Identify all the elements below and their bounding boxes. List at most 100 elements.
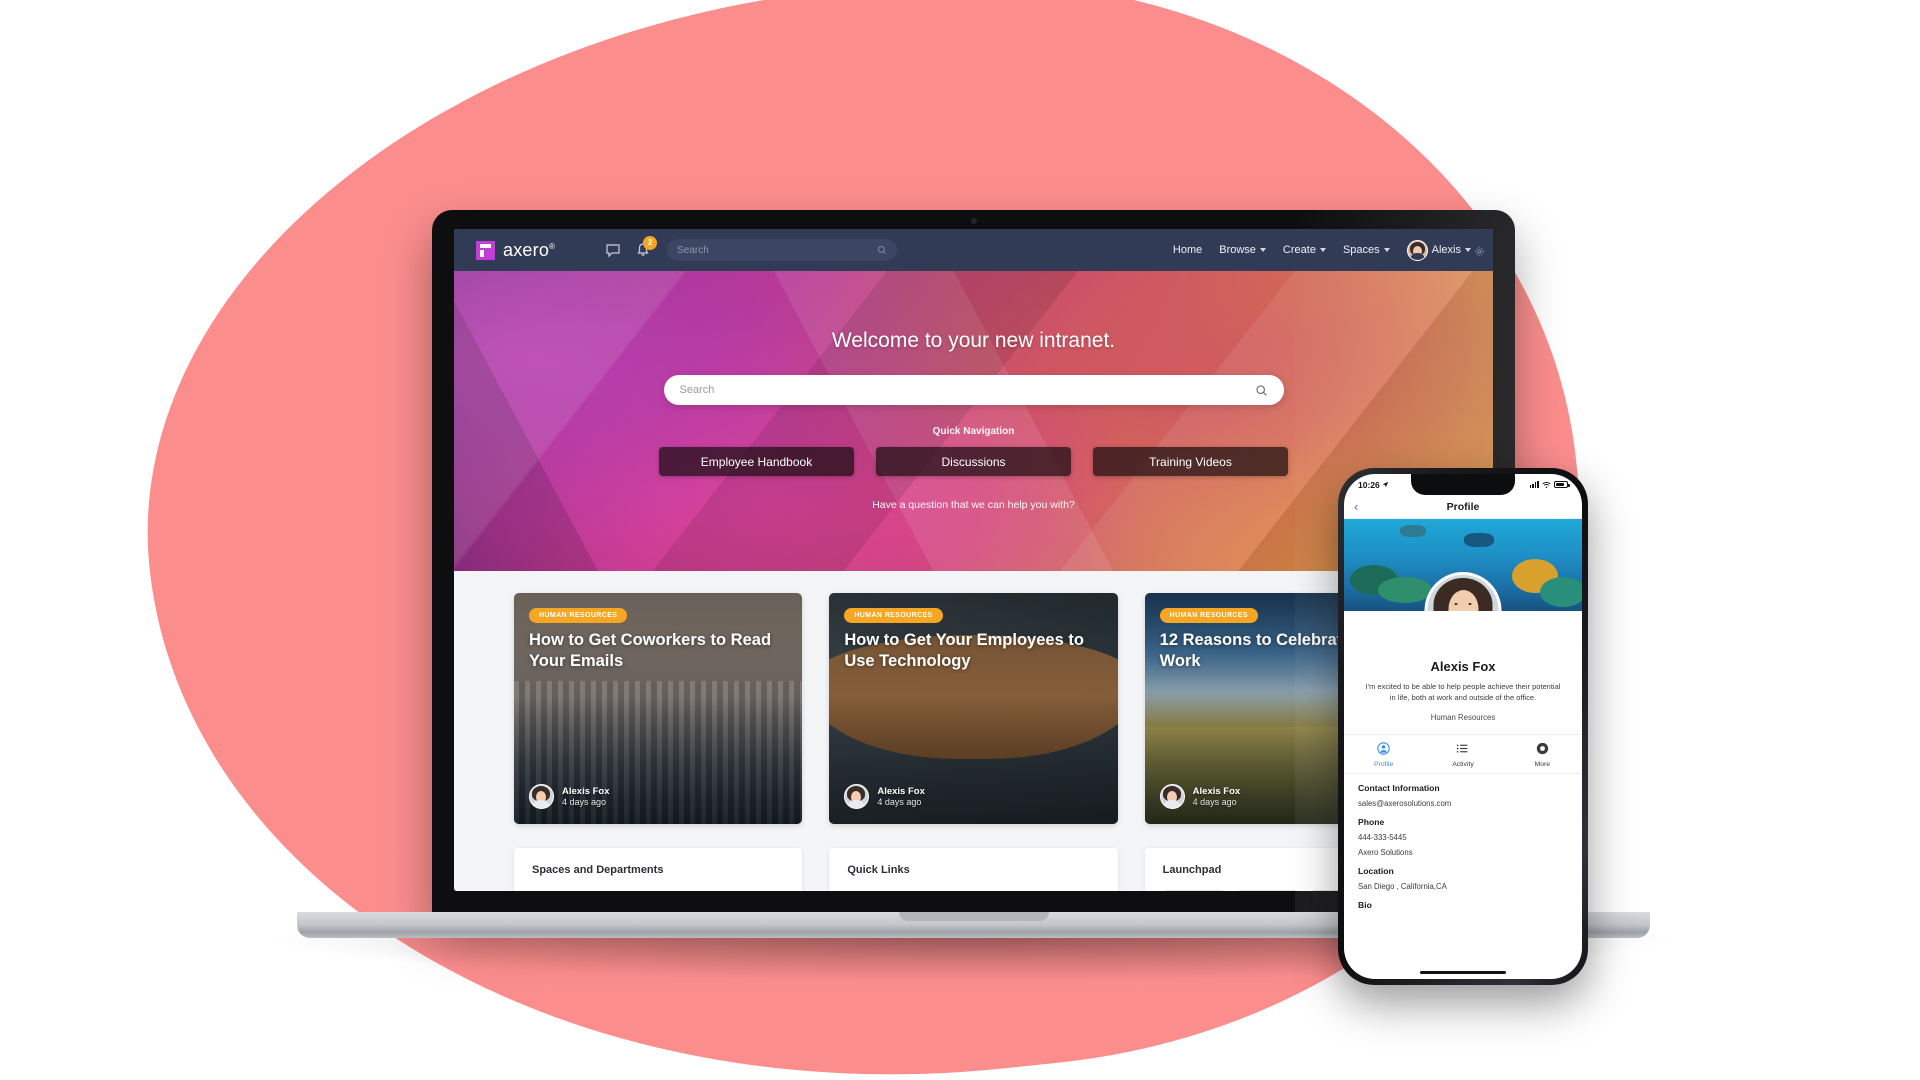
location-arrow-icon (1382, 481, 1389, 488)
article-card[interactable]: HUMAN RESOURCES How to Get Coworkers to … (514, 593, 803, 824)
profile-icon (1344, 741, 1423, 758)
gear-icon[interactable] (1474, 244, 1485, 262)
page-root: axero® 2 Search Home Browse Create Space… (0, 0, 1920, 1080)
detail-heading: Location (1358, 865, 1394, 876)
widget-spaces-and-departments: Spaces and Departments Sales Collaborati… (514, 848, 803, 891)
navbar-links: Home Browse Create Spaces Alexis (1173, 239, 1471, 261)
article-timestamp: 4 days ago (1192, 797, 1237, 807)
avatar (844, 784, 870, 809)
detail-value: sales@axerosolutions.com (1358, 798, 1452, 808)
author-name: Alexis Fox (1192, 786, 1241, 797)
launchpad-tile[interactable] (1162, 890, 1225, 891)
quick-button-training-videos[interactable]: Training Videos (1093, 447, 1288, 476)
coral-shape (1540, 577, 1582, 607)
tab-label: More (1534, 760, 1551, 768)
brand-logo[interactable]: axero® (476, 240, 555, 261)
hero-title: Welcome to your new intranet. (831, 329, 1116, 352)
quick-button-discussions[interactable]: Discussions (876, 447, 1071, 476)
profile-cover-image (1344, 519, 1582, 611)
profile-details: Contact Information sales@axerosolutions… (1344, 774, 1582, 910)
profile-department: Human Resources (1430, 712, 1496, 722)
nav-link-label: Home (1172, 244, 1203, 256)
home-indicator (1420, 971, 1506, 974)
nav-link-label: Spaces (1342, 244, 1380, 256)
user-menu[interactable]: Alexis (1406, 239, 1471, 261)
author-name: Alexis Fox (562, 786, 610, 797)
chevron-down-icon (1383, 248, 1390, 252)
avatar (1159, 784, 1185, 809)
brand-name: axero® (503, 239, 556, 260)
launchpad-tile[interactable] (1236, 890, 1299, 891)
tab-more[interactable]: More (1503, 735, 1582, 773)
category-badge: HUMAN RESOURCES (844, 608, 943, 623)
article-timestamp: 4 days ago (877, 797, 922, 807)
category-badge: HUMAN RESOURCES (1159, 608, 1258, 623)
article-timestamp: 4 days ago (562, 797, 607, 807)
nav-link-label: Create (1282, 244, 1316, 256)
signal-bars-icon (1529, 481, 1539, 488)
laptop-base-notch (898, 912, 1049, 921)
article-author-block: Alexis Fox 4 days ago (844, 784, 925, 809)
phone-frame: 10:26 ‹ Profile Alexis Fox I'm excited t… (1338, 468, 1588, 985)
notification-badge: 2 (643, 236, 658, 250)
page-title: Profile (1446, 500, 1480, 513)
detail-heading: Phone (1358, 816, 1385, 827)
axero-logo-icon (476, 240, 495, 260)
chevron-down-icon (1259, 248, 1266, 252)
detail-value: Axero Solutions (1358, 847, 1413, 857)
nav-link-home[interactable]: Home (1173, 244, 1202, 256)
detail-value: 444-333-5445 (1358, 832, 1407, 842)
widget-title: Spaces and Departments (532, 864, 664, 876)
hero-search-input[interactable]: Search (663, 375, 1284, 405)
detail-value: San Diego , California,CA (1358, 881, 1447, 891)
phone-notch (1411, 474, 1515, 495)
nav-link-browse[interactable]: Browse (1219, 244, 1266, 256)
nav-link-spaces[interactable]: Spaces (1343, 244, 1390, 256)
chevron-down-icon (1319, 248, 1326, 252)
avatar (529, 784, 554, 809)
tab-activity[interactable]: Activity (1423, 735, 1502, 773)
tab-label: Profile (1374, 760, 1394, 768)
list-icon (1423, 742, 1502, 758)
quick-navigation-buttons: Employee Handbook Discussions Training V… (659, 447, 1288, 476)
nav-link-create[interactable]: Create (1283, 244, 1326, 256)
site-navbar: axero® 2 Search Home Browse Create Space… (454, 229, 1493, 271)
tab-label: Activity (1452, 760, 1474, 768)
fish-shape (1464, 533, 1494, 547)
article-title: How to Get Coworkers to Read Your Emails (529, 631, 772, 670)
battery-icon (1554, 481, 1570, 488)
profile-bio: I'm excited to be able to help people ac… (1365, 682, 1561, 703)
coral-shape (1378, 577, 1432, 603)
article-card[interactable]: HUMAN RESOURCES How to Get Your Employee… (829, 593, 1118, 824)
article-title: How to Get Your Employees to Use Technol… (844, 631, 1084, 670)
widget-title: Quick Links (847, 864, 910, 876)
search-icon (878, 246, 887, 255)
quick-navigation-label: Quick Navigation (932, 426, 1015, 437)
notifications-icon[interactable]: 2 (635, 236, 658, 258)
navbar-search-input[interactable]: Search (667, 239, 898, 261)
hero-search-placeholder: Search (679, 384, 715, 396)
category-badge: HUMAN RESOURCES (529, 608, 628, 623)
phone-device: 10:26 ‹ Profile Alexis Fox I'm excited t… (1338, 468, 1588, 985)
quick-button-employee-handbook[interactable]: Employee Handbook (659, 447, 854, 476)
tab-profile[interactable]: Profile (1344, 735, 1423, 773)
user-name: Alexis (1431, 244, 1461, 256)
fish-shape (1400, 525, 1426, 537)
webcam-icon (970, 218, 977, 224)
chevron-left-icon[interactable]: ‹ (1354, 500, 1358, 514)
profile-tabs: Profile Activity More (1344, 733, 1582, 774)
gear-icon (1503, 742, 1582, 758)
messages-icon[interactable] (605, 242, 621, 258)
article-card-list: HUMAN RESOURCES How to Get Coworkers to … (514, 593, 1433, 824)
detail-heading: Bio (1358, 899, 1372, 910)
article-author-block: Alexis Fox 4 days ago (1159, 784, 1241, 809)
phone-screen: 10:26 ‹ Profile Alexis Fox I'm excited t… (1344, 474, 1582, 979)
author-name: Alexis Fox (877, 786, 925, 797)
avatar (1406, 239, 1428, 261)
chevron-down-icon (1465, 248, 1471, 252)
hero-question-text: Have a question that we can help you wit… (872, 499, 1075, 511)
avatar (1424, 572, 1502, 611)
detail-heading: Contact Information (1358, 782, 1440, 793)
profile-name: Alexis Fox (1430, 659, 1496, 674)
article-author-block: Alexis Fox 4 days ago (529, 784, 610, 809)
